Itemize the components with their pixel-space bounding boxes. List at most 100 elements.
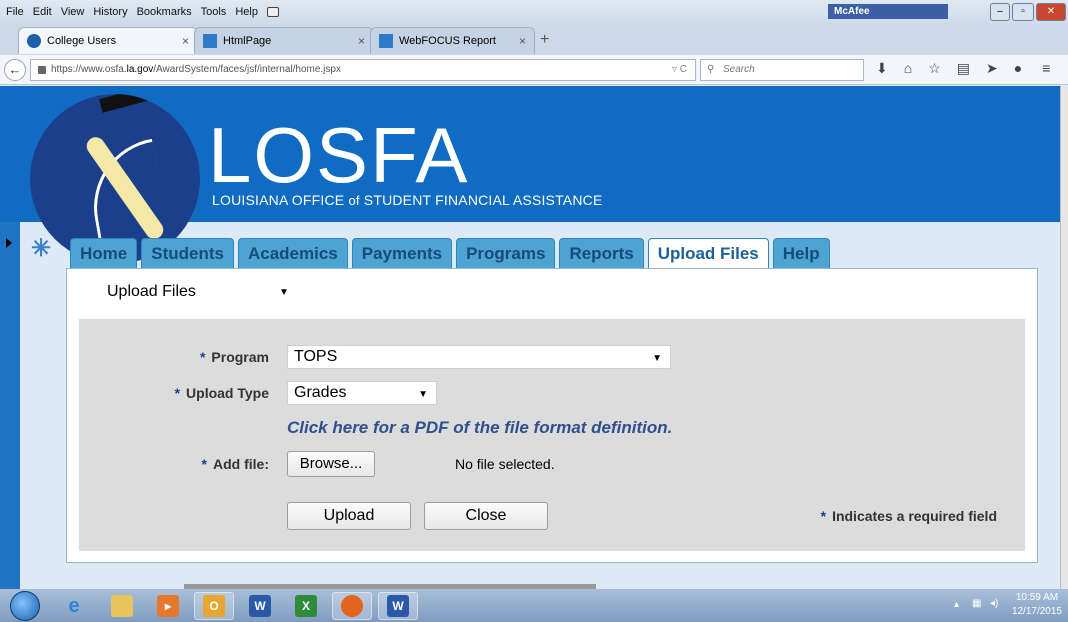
system-tray: ▴ ▦ ◂) 10:59 AM 12/17/2015 [940, 589, 1068, 622]
search-placeholder: Search [723, 64, 755, 75]
chat-icon[interactable]: ● [1014, 60, 1022, 77]
tab-students[interactable]: Students [141, 238, 234, 268]
clock[interactable]: 10:59 AM 12/17/2015 [1012, 591, 1062, 619]
logo-subtitle: LOUISIANA OFFICE of STUDENT FINANCIAL AS… [212, 192, 603, 208]
tab-help[interactable]: Help [772, 238, 830, 268]
browser-tab-label: College Users [47, 35, 117, 47]
word-icon: W [387, 595, 409, 617]
browser-tab-webfocus-report[interactable]: WebFOCUS Report × [370, 27, 535, 54]
firefox-icon [341, 595, 363, 617]
start-button[interactable] [10, 591, 40, 621]
loading-spinner-icon: ✳ [30, 235, 52, 262]
internet-explorer-icon: e [68, 595, 80, 617]
program-select[interactable]: TOPS ▼ [287, 345, 671, 369]
search-icon: ⚲ [707, 64, 715, 75]
required-star: * [199, 349, 206, 365]
expand-arrow-icon[interactable] [6, 238, 12, 248]
close-window-button[interactable]: ✕ [1036, 3, 1066, 21]
close-tab-icon[interactable]: × [358, 34, 365, 48]
bookmark-star-icon[interactable]: ☆ [928, 60, 941, 77]
excel-icon: X [295, 595, 317, 617]
required-star: * [820, 508, 827, 524]
close-tab-icon[interactable]: × [519, 34, 526, 48]
tab-reports[interactable]: Reports [559, 238, 644, 268]
taskbar-word-open[interactable]: W [378, 592, 418, 620]
send-icon[interactable]: ➤ [986, 60, 998, 77]
required-note-text: Indicates a required field [832, 508, 997, 524]
required-field-note: * Indicates a required field [821, 508, 997, 524]
home-icon[interactable]: ⌂ [904, 60, 912, 77]
taskbar-ie[interactable]: e [54, 592, 94, 620]
close-tab-icon[interactable]: × [182, 34, 189, 48]
minimize-button[interactable]: – [990, 3, 1010, 21]
clock-time: 10:59 AM [1015, 592, 1059, 603]
browse-button[interactable]: Browse... [287, 451, 375, 477]
program-label-text: Program [211, 349, 269, 365]
menu-edit[interactable]: Edit [33, 6, 52, 18]
section-select-value: Upload Files [107, 283, 196, 300]
back-button[interactable]: ← [4, 59, 26, 81]
taskbar-outlook[interactable]: O [194, 592, 234, 620]
subtitle-part-a: LOUISIANA OFFICE [212, 192, 349, 208]
tab-home[interactable]: Home [70, 238, 138, 268]
browser-tab-htmlpage[interactable]: HtmlPage × [194, 27, 374, 54]
subtitle-part-b: STUDENT FINANCIAL ASSISTANCE [359, 192, 603, 208]
browser-tab-label: HtmlPage [223, 35, 272, 47]
tray-expand-icon[interactable]: ▴ [954, 599, 959, 610]
required-star: * [174, 385, 181, 401]
printer-icon[interactable] [266, 7, 279, 17]
taskbar-word[interactable]: W [240, 592, 280, 620]
menu-help[interactable]: Help [235, 6, 258, 18]
search-input[interactable]: ⚲ Search [700, 59, 864, 81]
taskbar-excel[interactable]: X [286, 592, 326, 620]
volume-icon[interactable]: ◂) [990, 598, 998, 609]
upload-panel: Upload Files ▼ * Program TOPS ▼ * Upload T… [66, 268, 1038, 563]
chevron-down-icon: ▼ [652, 353, 662, 364]
upload-button[interactable]: Upload [287, 502, 411, 530]
losfa-banner: LOSFA LOUISIANA OFFICE of STUDENT FINANC… [0, 86, 1060, 264]
taskbar-media[interactable]: ▸ [148, 592, 188, 620]
browser-tab-college-users[interactable]: College Users × [18, 27, 198, 54]
upload-type-select-value: Grades [294, 384, 347, 401]
subtitle-of: of [348, 193, 360, 208]
logo-text: LOSFA [208, 111, 470, 199]
vertical-scrollbar[interactable] [1060, 86, 1068, 589]
tab-academics[interactable]: Academics [237, 238, 348, 268]
menu-history[interactable]: History [93, 6, 127, 18]
maximize-button[interactable]: ▫ [1012, 3, 1034, 21]
toolbar-icons: ⬇ ⌂ ☆ ▤ ➤ ● ≡ [876, 60, 1050, 77]
pelican-favicon-icon [27, 34, 41, 48]
taskbar-explorer[interactable] [102, 592, 142, 620]
upload-type-select[interactable]: Grades ▼ [287, 381, 437, 405]
reload-icon[interactable]: ▿ C [672, 60, 687, 80]
url-bar[interactable]: https://www.osfa.la.gov/AwardSystem/face… [30, 59, 696, 81]
url-path: /AwardSystem/faces/jsf/internal/home.jsp… [153, 64, 341, 75]
menu-view[interactable]: View [61, 6, 85, 18]
pdf-format-link[interactable]: Click here for a PDF of the file format … [287, 418, 672, 438]
browser-tab-bar: College Users × HtmlPage × WebFOCUS Repo… [0, 24, 1068, 55]
reading-list-icon[interactable]: ▤ [957, 60, 970, 77]
upload-type-label-text: Upload Type [186, 385, 269, 401]
menu-hamburger-icon[interactable]: ≡ [1042, 60, 1050, 77]
menu-bookmarks[interactable]: Bookmarks [137, 6, 192, 18]
close-button[interactable]: Close [424, 502, 548, 530]
tab-payments[interactable]: Payments [351, 238, 453, 268]
page-content: LOSFA LOUISIANA OFFICE of STUDENT FINANC… [0, 86, 1060, 589]
new-tab-button[interactable]: + [540, 31, 549, 49]
tab-programs[interactable]: Programs [456, 238, 556, 268]
lock-icon [38, 66, 46, 74]
navigation-bar: ← https://www.osfa.la.gov/AwardSystem/fa… [0, 55, 1068, 85]
mcafee-label: McAfee [834, 6, 870, 17]
network-icon[interactable]: ▦ [972, 598, 981, 609]
download-icon[interactable]: ⬇ [876, 60, 888, 77]
section-select[interactable]: Upload Files ▼ [107, 283, 289, 301]
chevron-down-icon: ▼ [279, 287, 289, 298]
menu-tools[interactable]: Tools [201, 6, 227, 18]
menu-file[interactable]: File [6, 6, 24, 18]
mcafee-badge[interactable]: McAfee [828, 4, 948, 19]
taskbar-firefox[interactable] [332, 592, 372, 620]
url-domain: la.gov [126, 64, 154, 75]
tab-upload-files[interactable]: Upload Files [647, 238, 769, 268]
windows-taskbar: e ▸ O W X W ▴ ▦ ◂) 10:59 AM 12/17/2015 [0, 589, 1068, 622]
word-icon: W [249, 595, 271, 617]
